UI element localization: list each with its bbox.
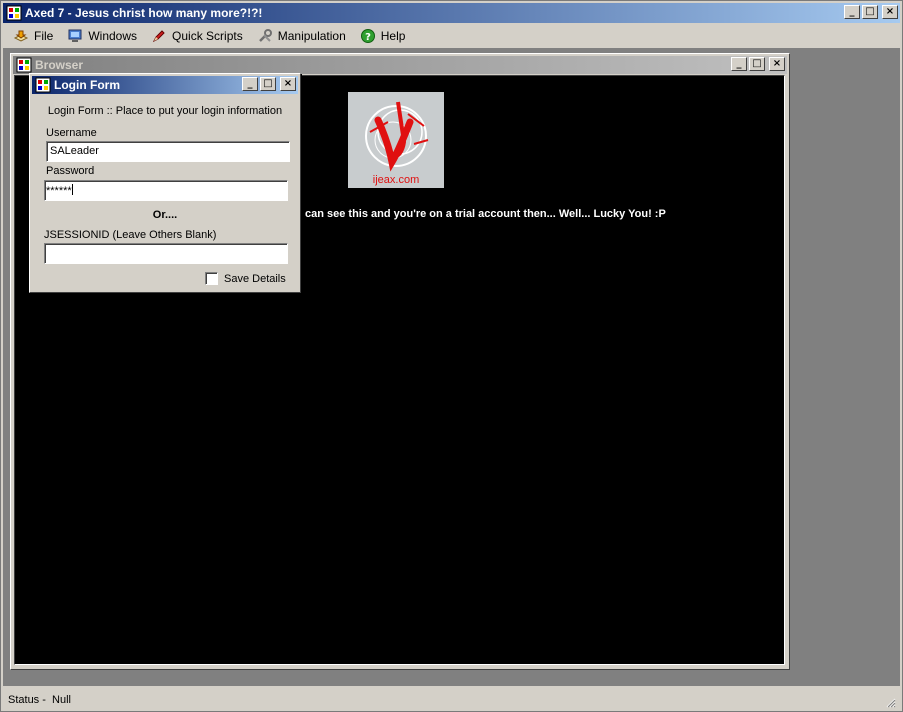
browser-minimize-button[interactable]: _ xyxy=(731,57,747,71)
browser-window-icon xyxy=(16,57,32,73)
menu-quick-scripts[interactable]: Quick Scripts xyxy=(151,28,243,44)
login-minimize-button[interactable]: _ xyxy=(242,77,258,91)
menu-file[interactable]: File xyxy=(13,28,53,44)
windows-icon xyxy=(68,29,82,42)
text-caret xyxy=(71,184,73,195)
app-title: Axed 7 - Jesus christ how many more?!?! xyxy=(25,6,263,20)
browser-close-button[interactable]: × xyxy=(769,57,785,71)
password-label: Password xyxy=(46,165,95,177)
menu-help[interactable]: ? Help xyxy=(360,28,406,44)
save-details-label[interactable]: Save Details xyxy=(224,273,286,285)
svg-text:?: ? xyxy=(365,32,371,43)
status-text: Status - Null xyxy=(8,694,71,706)
maximize-button[interactable]: □ xyxy=(862,5,878,19)
menu-bar: File Windows Quick Scripts Manipulation … xyxy=(3,25,900,47)
menu-file-label: File xyxy=(34,29,54,43)
menu-quick-scripts-label: Quick Scripts xyxy=(172,29,243,43)
username-value: SALeader xyxy=(50,145,99,157)
main-window: Axed 7 - Jesus christ how many more?!?! … xyxy=(0,0,903,712)
trial-message: can see this and you're on a trial accou… xyxy=(305,208,666,220)
help-icon: ? xyxy=(360,29,375,43)
jsessionid-label: JSESSIONID (Leave Others Blank) xyxy=(44,229,217,241)
jsessionid-field[interactable] xyxy=(44,243,288,264)
menu-manipulation[interactable]: Manipulation xyxy=(257,28,346,44)
save-details-checkbox[interactable] xyxy=(205,272,218,285)
close-button[interactable]: × xyxy=(882,5,898,19)
ijeax-logo: ijeax.com xyxy=(348,92,444,188)
login-title: Login Form xyxy=(54,78,120,92)
password-value: ****** xyxy=(46,185,72,197)
login-form-window: Login Form _ □ × Login Form :: Place to … xyxy=(29,73,301,293)
menu-manipulation-label: Manipulation xyxy=(277,29,346,43)
menu-windows[interactable]: Windows xyxy=(67,28,137,44)
resize-grip-icon[interactable] xyxy=(884,696,896,708)
file-icon xyxy=(13,30,29,42)
menu-windows-label: Windows xyxy=(88,29,138,43)
manipulation-icon xyxy=(258,29,272,42)
login-close-button[interactable]: × xyxy=(280,77,296,91)
or-separator: Or.... xyxy=(152,209,178,221)
minimize-button[interactable]: _ xyxy=(844,5,860,19)
browser-title: Browser xyxy=(35,58,84,72)
status-bar: Status - Null xyxy=(3,689,900,711)
browser-titlebar[interactable]: Browser _ □ × xyxy=(13,56,787,74)
login-maximize-button[interactable]: □ xyxy=(260,77,276,91)
login-window-icon xyxy=(35,77,51,93)
login-titlebar[interactable]: Login Form _ □ × xyxy=(32,76,298,94)
login-description: Login Form :: Place to put your login in… xyxy=(47,105,283,117)
quick-scripts-icon xyxy=(152,30,165,43)
browser-maximize-button[interactable]: □ xyxy=(749,57,765,71)
app-icon xyxy=(6,5,22,21)
app-titlebar[interactable]: Axed 7 - Jesus christ how many more?!?! … xyxy=(3,3,900,23)
username-field[interactable]: SALeader xyxy=(46,141,290,162)
logo-text: ijeax.com xyxy=(372,174,420,186)
username-label: Username xyxy=(46,127,97,139)
menu-help-label: Help xyxy=(380,29,406,43)
password-field[interactable]: ****** xyxy=(44,180,288,201)
